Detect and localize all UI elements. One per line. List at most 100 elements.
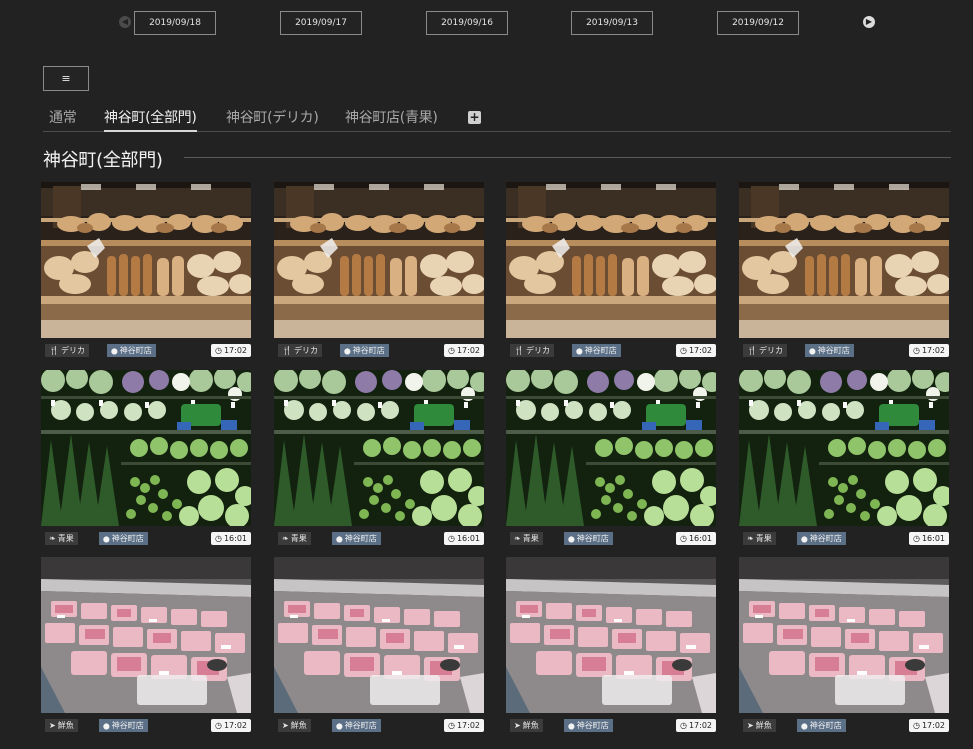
hamburger-icon: ≡ <box>61 72 71 85</box>
time-label: 17:02 <box>223 346 247 355</box>
photo-card[interactable]: 🍴 デリカ ⬤ 神谷町店 ◷ 17:02 <box>41 182 253 358</box>
date-button-4[interactable]: 2019/09/13 <box>571 11 653 35</box>
time-tag: ◷ 17:02 <box>675 719 716 732</box>
fish-icon: ➤ <box>747 721 754 730</box>
chevron-right-circle-icon[interactable]: ▶ <box>863 16 875 28</box>
clock-icon: ◷ <box>447 346 455 355</box>
date-button-5[interactable]: 2019/09/12 <box>717 11 799 35</box>
photo-card[interactable]: ➤ 鮮魚 ⬤ 神谷町店 ◷ 17:02 <box>41 557 253 733</box>
photo-meta: ➤ 鮮魚 ⬤ 神谷町店 ◷ 17:02 <box>510 718 716 732</box>
store-tag: ⬤ 神谷町店 <box>107 344 156 357</box>
tab-normal[interactable]: 通常 <box>49 107 77 132</box>
store-label: 神谷町店 <box>576 721 609 730</box>
leaf-icon: ❧ <box>49 534 56 543</box>
date-button-1[interactable]: 2019/09/18 <box>134 11 216 35</box>
category-tag: ❧ 青果 <box>743 532 776 545</box>
category-tag: ❧ 青果 <box>510 532 543 545</box>
store-tag: ⬤ 神谷町店 <box>99 719 148 732</box>
category-label: 青果 <box>755 534 772 543</box>
store-label: 神谷町店 <box>809 721 842 730</box>
photo-thumbnail[interactable] <box>274 182 484 338</box>
store-label: 神谷町店 <box>576 534 609 543</box>
map-pin-icon: ⬤ <box>576 348 583 355</box>
category-label: 青果 <box>290 534 307 543</box>
photo-card[interactable]: ➤ 鮮魚 ⬤ 神谷町店 ◷ 17:02 <box>506 557 718 733</box>
category-tag: 🍴 デリカ <box>510 344 554 357</box>
photo-card[interactable]: ❧ 青果 ⬤ 神谷町店 ◷ 16:01 <box>274 370 486 546</box>
map-pin-icon: ⬤ <box>801 723 808 730</box>
clock-icon: ◷ <box>912 721 920 730</box>
section-divider <box>184 157 951 158</box>
time-tag: ◷ 17:02 <box>908 719 949 732</box>
map-pin-icon: ⬤ <box>111 348 118 355</box>
time-label: 16:01 <box>921 534 945 543</box>
photo-thumbnail[interactable] <box>41 182 251 338</box>
photo-card[interactable]: ➤ 鮮魚 ⬤ 神谷町店 ◷ 17:02 <box>739 557 951 733</box>
clock-icon: ◷ <box>214 721 222 730</box>
category-tag: 🍴 デリカ <box>278 344 322 357</box>
photo-thumbnail[interactable] <box>739 370 949 526</box>
photo-card[interactable]: ❧ 青果 ⬤ 神谷町店 ◷ 16:01 <box>41 370 253 546</box>
time-label: 17:02 <box>921 721 945 730</box>
store-tag: ⬤ 神谷町店 <box>805 344 854 357</box>
section-title: 神谷町(全部門) <box>43 150 163 171</box>
category-tag: ➤ 鮮魚 <box>278 719 311 732</box>
utensils-icon: 🍴 <box>49 346 59 355</box>
category-tag: ➤ 鮮魚 <box>510 719 543 732</box>
tab-kamiyacho-all[interactable]: 神谷町(全部門) <box>104 107 197 132</box>
photo-card[interactable]: 🍴 デリカ ⬤ 神谷町店 ◷ 17:02 <box>274 182 486 358</box>
app-root: ◀ 2019/09/18 2019/09/17 2019/09/16 2019/… <box>0 0 973 749</box>
photo-thumbnail[interactable] <box>274 370 484 526</box>
category-tag: ➤ 鮮魚 <box>45 719 78 732</box>
date-button-3[interactable]: 2019/09/16 <box>426 11 508 35</box>
menu-button[interactable]: ≡ <box>43 66 89 91</box>
photo-card[interactable]: 🍴 デリカ ⬤ 神谷町店 ◷ 17:02 <box>739 182 951 358</box>
category-label: 鮮魚 <box>755 721 772 730</box>
category-label: 鮮魚 <box>290 721 307 730</box>
map-pin-icon: ⬤ <box>801 536 808 543</box>
clock-icon: ◷ <box>214 534 222 543</box>
tab-kamiyacho-delica[interactable]: 神谷町(デリカ) <box>226 107 319 132</box>
category-label: デリカ <box>60 346 85 355</box>
photo-thumbnail[interactable] <box>274 557 484 713</box>
store-label: 神谷町店 <box>817 346 850 355</box>
time-label: 17:02 <box>688 721 712 730</box>
store-label: 神谷町店 <box>352 346 385 355</box>
photo-card[interactable]: 🍴 デリカ ⬤ 神谷町店 ◷ 17:02 <box>506 182 718 358</box>
add-tab-icon[interactable]: + <box>468 111 481 124</box>
category-label: 青果 <box>57 534 74 543</box>
photo-thumbnail[interactable] <box>41 370 251 526</box>
photo-thumbnail[interactable] <box>506 557 716 713</box>
store-label: 神谷町店 <box>344 534 377 543</box>
photo-thumbnail[interactable] <box>506 182 716 338</box>
store-tag: ⬤ 神谷町店 <box>572 344 621 357</box>
map-pin-icon: ⬤ <box>336 723 343 730</box>
store-tag: ⬤ 神谷町店 <box>797 719 846 732</box>
date-button-2[interactable]: 2019/09/17 <box>280 11 362 35</box>
category-tag: ❧ 青果 <box>278 532 311 545</box>
photo-meta: 🍴 デリカ ⬤ 神谷町店 ◷ 17:02 <box>510 343 716 357</box>
photo-card[interactable]: ➤ 鮮魚 ⬤ 神谷町店 ◷ 17:02 <box>274 557 486 733</box>
category-tag: ➤ 鮮魚 <box>743 719 776 732</box>
store-tag: ⬤ 神谷町店 <box>332 532 381 545</box>
chevron-left-circle-icon[interactable]: ◀ <box>119 16 131 28</box>
time-tag: ◷ 17:02 <box>443 344 484 357</box>
time-tag: ◷ 16:01 <box>443 532 484 545</box>
photo-thumbnail[interactable] <box>739 182 949 338</box>
photo-thumbnail[interactable] <box>739 557 949 713</box>
time-tag: ◷ 17:02 <box>210 719 251 732</box>
photo-meta: ❧ 青果 ⬤ 神谷町店 ◷ 16:01 <box>510 531 716 545</box>
photo-meta: ➤ 鮮魚 ⬤ 神谷町店 ◷ 17:02 <box>743 718 949 732</box>
tab-kamiyacho-produce[interactable]: 神谷町店(青果) <box>345 107 438 132</box>
store-label: 神谷町店 <box>119 346 152 355</box>
photo-card[interactable]: ❧ 青果 ⬤ 神谷町店 ◷ 16:01 <box>506 370 718 546</box>
photo-card[interactable]: ❧ 青果 ⬤ 神谷町店 ◷ 16:01 <box>739 370 951 546</box>
store-tag: ⬤ 神谷町店 <box>564 532 613 545</box>
category-label: デリカ <box>293 346 318 355</box>
photo-thumbnail[interactable] <box>506 370 716 526</box>
photo-meta: ❧ 青果 ⬤ 神谷町店 ◷ 16:01 <box>743 531 949 545</box>
store-tag: ⬤ 神谷町店 <box>332 719 381 732</box>
photo-thumbnail[interactable] <box>41 557 251 713</box>
clock-icon: ◷ <box>447 534 455 543</box>
store-tag: ⬤ 神谷町店 <box>564 719 613 732</box>
